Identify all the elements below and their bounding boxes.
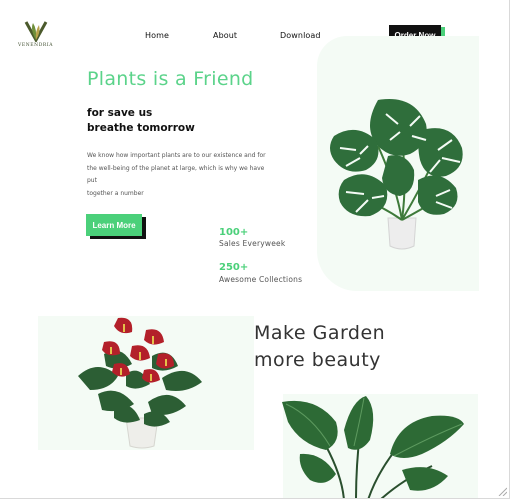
page-frame: VENENDRIA Home About Download Order Now: [0, 0, 510, 499]
hero-subtitle: for save us breathe tomorrow: [87, 106, 195, 136]
hero-subtitle-line: breathe tomorrow: [87, 122, 195, 134]
stat-label: Sales Everyweek: [219, 239, 286, 248]
stat-value: 250+: [219, 262, 249, 273]
stat-value: 100+: [219, 227, 249, 238]
hero-desc-line: the well-being of the planet at large, w…: [87, 164, 265, 172]
hero-subtitle-line: for save us: [87, 107, 153, 119]
hero-desc-line: We know how important plants are to our …: [87, 152, 266, 159]
bird-of-paradise-plant-image: [282, 396, 464, 498]
resize-grip-icon[interactable]: [497, 486, 507, 496]
hero-description: We know how important plants are to our …: [87, 150, 319, 200]
hero-title: Plants is a Friend: [87, 68, 254, 90]
learn-more-button[interactable]: Learn More: [86, 214, 142, 236]
stat-label: Awesome Collections: [219, 275, 303, 284]
section-title-line: Make Garden: [254, 322, 386, 344]
hero-desc-line: put: [87, 177, 97, 184]
hero-desc-line: together a number: [87, 189, 144, 197]
section-title-line: more beauty: [254, 349, 381, 371]
section-title: Make Garden more beauty: [254, 320, 385, 374]
plant-logo-icon: [24, 21, 48, 42]
nav-download-link[interactable]: Download: [280, 31, 321, 40]
nav-home-link[interactable]: Home: [145, 31, 169, 40]
brand-logo[interactable]: VENENDRIA: [18, 20, 58, 48]
anthurium-plant-image: [78, 317, 202, 449]
nav-about-link[interactable]: About: [213, 31, 237, 40]
logo-text: VENENDRIA: [18, 43, 54, 48]
monstera-plant-image: [330, 99, 463, 250]
